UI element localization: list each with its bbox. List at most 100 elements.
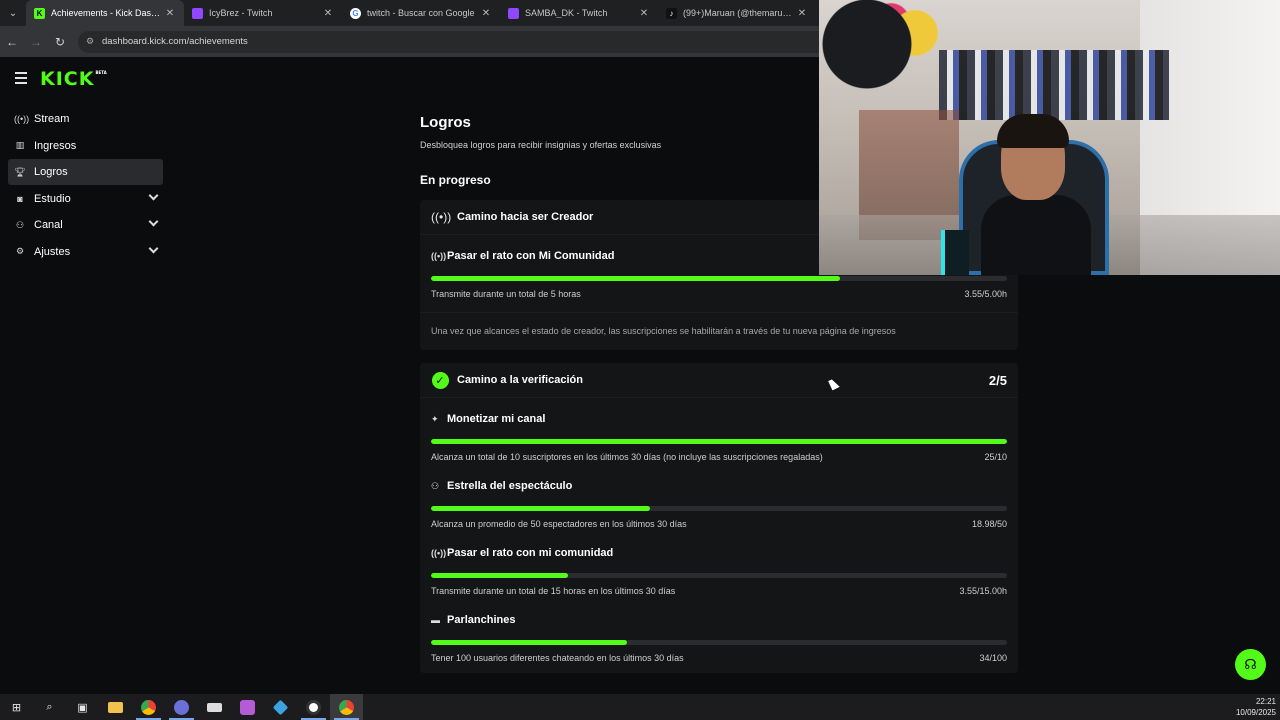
chevron-down-icon[interactable]: [148, 243, 159, 254]
search-icon[interactable]: ⌕: [33, 694, 66, 720]
trophy-icon: 🏆︎: [14, 166, 26, 177]
achievement-description: Tener 100 usuarios diferentes chateando …: [431, 653, 684, 663]
windows-start-icon[interactable]: ⊞: [0, 694, 33, 720]
achievement-title: Pasar el rato con mi comunidad: [447, 547, 614, 559]
achievement-title: Monetizar mi canal: [447, 413, 546, 425]
sidebar-item-label: Ingresos: [34, 139, 77, 152]
progress-fill: [431, 506, 650, 511]
close-icon[interactable]: ✕: [796, 8, 808, 19]
progress-bar: [431, 573, 1007, 578]
google-icon: G: [350, 7, 361, 19]
app-icon[interactable]: [198, 694, 231, 720]
achievement-title: Parlanchines: [447, 614, 516, 626]
back-icon[interactable]: ←: [0, 35, 24, 49]
achievement-title: Pasar el rato con Mi Comunidad: [447, 250, 615, 262]
sidebar-item-label: Canal: [34, 219, 63, 232]
broadcast-icon: ((•)): [431, 251, 447, 261]
completed-count: 2/5: [988, 372, 1007, 388]
browser-tab-2[interactable]: G twitch - Buscar con Google ✕: [342, 0, 500, 26]
sidebar-item-estudio[interactable]: ◙ Estudio: [8, 186, 163, 212]
achievement-item: ⚇ Estrella del espectáculo Alcanza un pro…: [420, 462, 1018, 529]
sidebar-item-ingresos[interactable]: ▥ Ingresos: [8, 133, 163, 159]
tab-search-button[interactable]: ⌄: [0, 0, 26, 26]
card-title: Camino a la verificación: [457, 374, 583, 386]
app-icon[interactable]: [165, 694, 198, 720]
taskbar: ⊞ ⌕ ▣ 22:21 10/09/2025: [0, 694, 1280, 720]
card-header: ✓ Camino a la verificación 2/5: [420, 363, 1018, 398]
achievement-item: ✦ Monetizar mi canal Alcanza un total de …: [420, 398, 1018, 462]
site-info-icon[interactable]: ⚙: [86, 36, 96, 47]
browser-tab-0[interactable]: K Achievements - Kick Dashboard ✕: [26, 0, 184, 26]
webcam-overlay: [819, 0, 1280, 275]
achievement-description: Transmite durante un total de 15 horas e…: [431, 586, 676, 596]
beta-badge: BETA: [95, 70, 107, 75]
progress-fill: [431, 276, 840, 281]
tab-title: IcyBrez - Twitch: [209, 8, 273, 18]
users-icon: ⚇: [431, 480, 440, 491]
sidebar-item-stream[interactable]: ((•)) Stream: [8, 106, 163, 132]
channel-icon: ⚇: [15, 219, 25, 230]
sidebar-item-ajustes[interactable]: ⚙ Ajustes: [8, 239, 163, 265]
sidebar-item-label: Estudio: [34, 192, 71, 205]
clock-date: 10/09/2025: [1235, 708, 1276, 717]
chrome-icon[interactable]: [330, 694, 363, 720]
progress-fill: [431, 640, 627, 645]
progress-fill: [431, 439, 1007, 444]
broadcast-icon: ((•)): [431, 548, 447, 558]
achievement-description: Transmite durante un total de 5 horas: [431, 289, 581, 299]
obs-icon[interactable]: [297, 694, 330, 720]
system-clock[interactable]: 22:21 10/09/2025: [1236, 696, 1276, 718]
progress-bar: [431, 276, 1007, 281]
close-icon[interactable]: ✕: [164, 8, 176, 19]
close-icon[interactable]: ✕: [322, 8, 334, 19]
gear-icon: ⚙: [15, 246, 25, 257]
sidebar-item-label: Logros: [34, 166, 68, 179]
card-title: Camino hacia ser Creador: [457, 211, 594, 223]
browser-tab-1[interactable]: IcyBrez - Twitch ✕: [184, 0, 342, 26]
tiktok-icon: ♪: [666, 7, 677, 19]
reload-icon[interactable]: ↻: [48, 35, 72, 49]
verified-icon: ✓: [431, 371, 449, 389]
browser-tab-3[interactable]: SAMBA_DK - Twitch ✕: [500, 0, 658, 26]
sidebar-item-canal[interactable]: ⚇ Canal: [8, 212, 163, 238]
progress-value: 3.55/5.00h: [964, 289, 1007, 299]
achievement-description: Alcanza un total de 10 suscriptores en l…: [431, 452, 823, 462]
chevron-down-icon[interactable]: [148, 190, 159, 201]
file-explorer-icon[interactable]: [99, 694, 132, 720]
sidebar: ((•)) Stream ▥ Ingresos 🏆︎ Logros ◙ Estu…: [8, 106, 163, 266]
clock-time: 22:21: [1255, 697, 1276, 706]
sidebar-item-label: Ajustes: [34, 245, 71, 258]
chrome-icon[interactable]: [132, 694, 165, 720]
support-chat-button[interactable]: ☊: [1235, 649, 1266, 680]
progress-bar: [431, 506, 1007, 511]
progress-value: 18.98/50: [971, 519, 1007, 529]
progress-value: 34/100: [979, 653, 1007, 663]
microphone: [941, 230, 969, 275]
tab-title: SAMBA_DK - Twitch: [525, 8, 608, 18]
app-icon[interactable]: [264, 694, 297, 720]
kick-logo[interactable]: KICKBETA: [40, 68, 107, 90]
broadcast-icon: ((•)): [431, 210, 452, 224]
tab-title: twitch - Buscar con Google: [367, 8, 475, 18]
chat-icon: ▬: [431, 615, 440, 625]
task-view-icon[interactable]: ▣: [66, 694, 99, 720]
close-icon[interactable]: ✕: [638, 8, 650, 19]
kick-icon: K: [34, 7, 45, 19]
progress-fill: [431, 573, 568, 578]
sidebar-item-label: Stream: [34, 113, 70, 125]
chart-icon: ▥: [15, 140, 25, 151]
twitch-icon: [192, 7, 203, 19]
close-icon[interactable]: ✕: [480, 8, 492, 19]
achievement-item: ▬ Parlanchines Tener 100 usuarios diferen…: [420, 596, 1018, 673]
browser-tab-4[interactable]: ♪ (99+)Maruan (@themaruan) | T ✕: [658, 0, 816, 26]
menu-icon[interactable]: [15, 72, 27, 87]
forward-icon[interactable]: →: [24, 35, 48, 49]
sidebar-item-logros[interactable]: 🏆︎ Logros: [8, 159, 163, 186]
achievement-item: ((•)) Pasar el rato con mi comunidad Tran…: [420, 529, 1018, 596]
progress-bar: [431, 439, 1007, 444]
streamer: [981, 114, 1091, 275]
chevron-down-icon[interactable]: [148, 216, 159, 227]
studio-icon: ◙: [17, 193, 23, 204]
twitch-icon: [508, 7, 519, 19]
app-icon[interactable]: [231, 694, 264, 720]
